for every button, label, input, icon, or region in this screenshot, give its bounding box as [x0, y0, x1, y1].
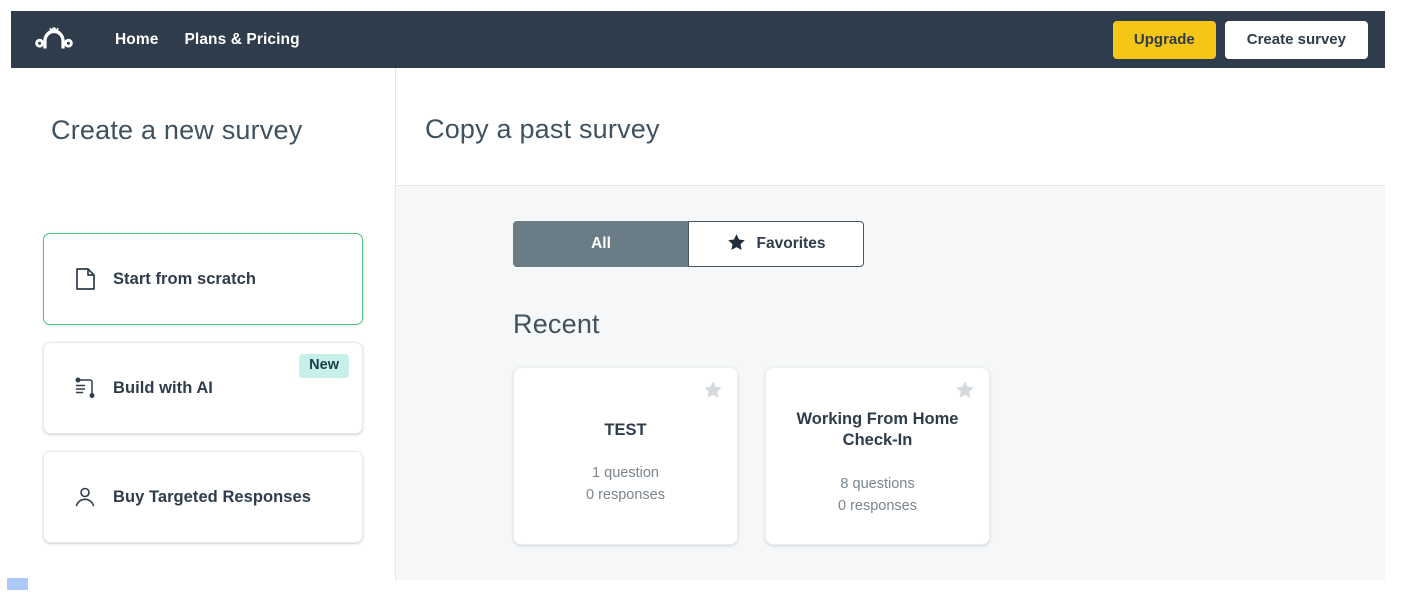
person-icon	[72, 484, 98, 510]
nav-link-plans-pricing[interactable]: Plans & Pricing	[184, 32, 299, 48]
new-badge: New	[299, 354, 349, 378]
favorite-star-icon[interactable]	[955, 380, 975, 404]
survey-card-title: Working From Home Check-In	[796, 409, 959, 450]
survey-card-question-count: 8 questions	[840, 476, 915, 493]
filter-tab-all[interactable]: All	[513, 221, 689, 267]
survey-card[interactable]: TEST 1 question 0 responses	[513, 367, 738, 545]
survey-filter-toggle-group: All Favorites	[513, 221, 864, 267]
survey-card-question-count: 1 question	[592, 465, 659, 482]
survey-card-response-count: 0 responses	[838, 498, 917, 515]
star-icon	[727, 233, 746, 256]
option-buy-targeted-responses[interactable]: Buy Targeted Responses	[43, 451, 363, 543]
option-build-with-ai[interactable]: New Build with AI	[43, 342, 363, 434]
primary-nav-links: Home Plans & Pricing	[115, 32, 300, 48]
create-new-survey-heading: Create a new survey	[51, 115, 303, 145]
survey-card-title: TEST	[604, 420, 647, 439]
creation-option-list: Start from scratch New Build with AI Buy…	[43, 233, 363, 543]
person-glyph	[75, 487, 95, 507]
body-area: Create a new survey Start from scratch N…	[11, 68, 1385, 580]
ai-list-icon	[72, 375, 98, 401]
filter-tab-favorites-label: Favorites	[756, 235, 826, 253]
surveymonkey-logo[interactable]	[28, 20, 80, 60]
option-label-build-with-ai: Build with AI	[113, 378, 213, 397]
favorite-star-icon[interactable]	[703, 380, 723, 404]
survey-card-response-count: 0 responses	[586, 487, 665, 504]
star-outline-glyph	[704, 381, 722, 398]
survey-card-meta: 1 question 0 responses	[586, 462, 665, 506]
upgrade-button[interactable]: Upgrade	[1112, 20, 1216, 59]
recent-survey-grid: TEST 1 question 0 responses Working From…	[513, 367, 1385, 545]
copy-past-survey-panel: Copy a past survey All Favorites Recent …	[396, 68, 1385, 580]
star-outline-glyph	[956, 381, 974, 398]
copy-past-survey-heading: Copy a past survey	[425, 114, 660, 144]
recent-section-heading: Recent	[513, 309, 600, 339]
copy-past-survey-header: Copy a past survey	[396, 68, 1385, 186]
page-document-icon	[72, 266, 98, 292]
ai-list-glyph	[75, 377, 95, 398]
top-navigation-bar: Home Plans & Pricing Upgrade Create surv…	[11, 11, 1385, 68]
option-label-buy-targeted-responses: Buy Targeted Responses	[113, 487, 311, 506]
star-glyph	[727, 233, 745, 250]
survey-card[interactable]: Working From Home Check-In 8 questions 0…	[765, 367, 990, 545]
copy-past-survey-content: All Favorites Recent TEST 1 question 0 r…	[396, 186, 1385, 580]
nav-link-home[interactable]: Home	[115, 32, 158, 48]
nav-actions: Upgrade Create survey	[1112, 20, 1368, 59]
create-survey-button[interactable]: Create survey	[1224, 20, 1368, 59]
create-survey-panel: Create a new survey Start from scratch N…	[11, 68, 396, 580]
survey-card-meta: 8 questions 0 responses	[838, 473, 917, 517]
page-document-glyph	[75, 268, 95, 290]
app-page: Home Plans & Pricing Upgrade Create surv…	[0, 0, 1406, 592]
filter-tab-all-label: All	[591, 235, 611, 253]
text-selection-highlight	[7, 578, 28, 590]
filter-tab-favorites[interactable]: Favorites	[688, 221, 864, 267]
option-start-from-scratch[interactable]: Start from scratch	[43, 233, 363, 325]
option-label-start-from-scratch: Start from scratch	[113, 269, 257, 288]
monkey-logo-icon	[35, 26, 73, 48]
